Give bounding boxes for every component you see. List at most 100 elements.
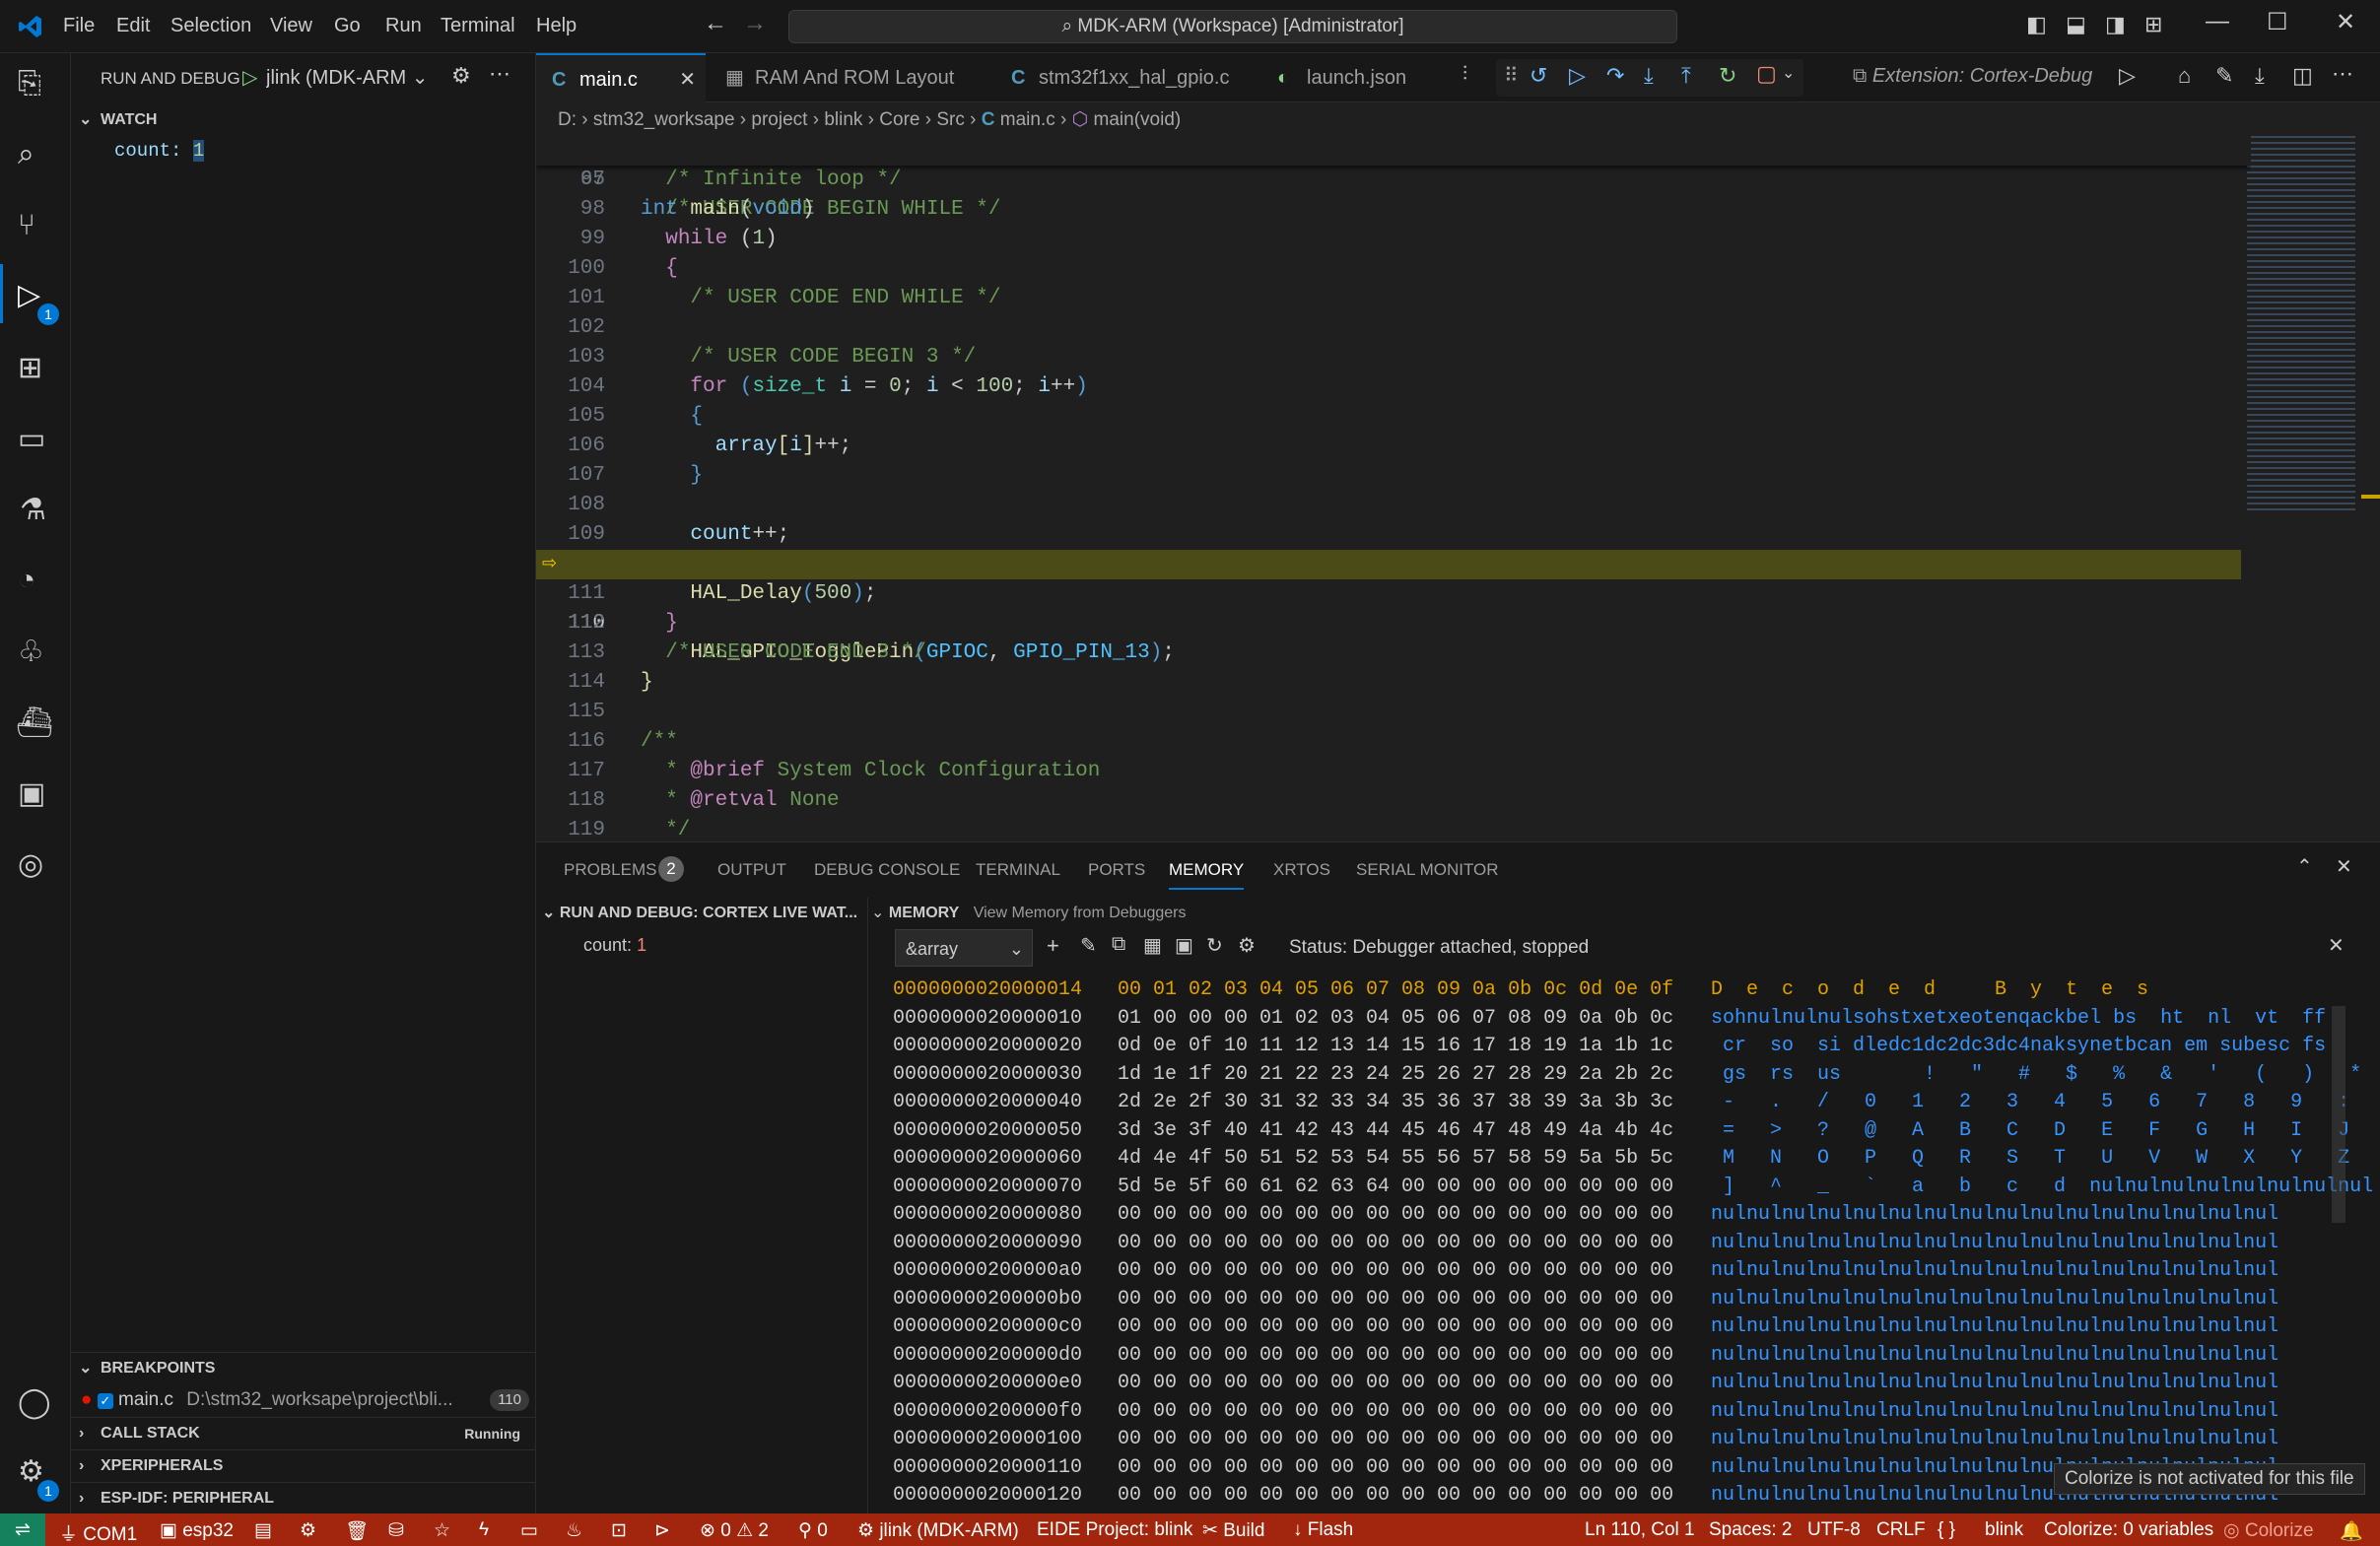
menu-edit[interactable]: Edit bbox=[116, 15, 150, 37]
add-icon[interactable]: + bbox=[1047, 933, 1059, 959]
memory-decoded-bytes[interactable]: - . / 0 1 2 3 4 5 6 7 8 9 : ; < bbox=[1711, 1089, 2380, 1117]
memory-decoded-bytes[interactable]: ] ^ _ ` a b c d nulnulnulnulnulnulnulnul bbox=[1711, 1174, 2373, 1202]
docker-icon[interactable]: ⛴ bbox=[16, 706, 53, 740]
flash-icon[interactable]: ϟ bbox=[479, 1519, 489, 1541]
testing-icon[interactable]: ⚗ bbox=[20, 493, 46, 527]
watch-item[interactable]: count: 1 bbox=[114, 140, 205, 162]
memory-hex-bytes[interactable]: 00 00 00 00 00 00 00 00 00 00 00 00 00 0… bbox=[1118, 1230, 1673, 1258]
breadcrumb-item[interactable]: main(void) bbox=[1094, 109, 1182, 130]
close-panel-icon[interactable]: ✕ bbox=[2336, 854, 2352, 879]
encoding[interactable]: UTF-8 bbox=[1807, 1519, 1861, 1541]
minimap[interactable] bbox=[2247, 136, 2355, 510]
memory-hex-bytes[interactable]: 00 00 00 00 00 00 00 00 00 00 00 00 00 0… bbox=[1118, 1342, 1673, 1371]
memory-hex-bytes[interactable]: 4d 4e 4f 50 51 52 53 54 55 56 57 58 59 5… bbox=[1118, 1145, 1673, 1174]
drag-handle-icon[interactable]: ⠿ bbox=[1504, 63, 1519, 88]
live-watch-item[interactable]: count: 1 bbox=[583, 935, 646, 956]
memory-decoded-bytes[interactable]: nulnulnulnulnulnulnulnulnulnulnulnulnuln… bbox=[1711, 1426, 2278, 1454]
breadcrumb-item[interactable]: Src bbox=[936, 109, 965, 130]
panel-tab-terminal[interactable]: TERMINAL bbox=[976, 860, 1060, 880]
language-mode[interactable]: { } bbox=[1938, 1519, 1955, 1541]
build-button[interactable]: ✂ Build bbox=[1202, 1519, 1264, 1542]
colorize-toggle[interactable]: ◎ Colorize bbox=[2223, 1519, 2314, 1542]
panel-tab-output[interactable]: OUTPUT bbox=[717, 860, 786, 880]
breakpoint-checkbox[interactable]: ✓ bbox=[97, 1393, 113, 1409]
panel-tab-ports[interactable]: PORTS bbox=[1088, 860, 1145, 880]
memory-decoded-bytes[interactable]: M N O P Q R S T U V W X Y Z [ \ bbox=[1711, 1145, 2380, 1174]
notifications-icon[interactable]: 🔔 bbox=[2340, 1519, 2363, 1543]
espressif-icon[interactable]: ◎ bbox=[18, 847, 43, 882]
customize-layout-icon[interactable]: ⊞ bbox=[2144, 12, 2162, 37]
indentation[interactable]: Spaces: 2 bbox=[1709, 1519, 1793, 1541]
code-editor[interactable]: 65 int main(void) 97 /* Infinite loop */… bbox=[536, 136, 2251, 841]
menu-file[interactable]: File bbox=[63, 15, 95, 37]
command-center[interactable]: ⌕ MDK-ARM (Workspace) [Administrator] bbox=[788, 10, 1677, 43]
memory-settings-gear-icon[interactable]: ⚙ bbox=[1238, 933, 1256, 958]
memory-hex-bytes[interactable]: 00 00 00 00 00 00 00 00 00 00 00 00 00 0… bbox=[1118, 1482, 1673, 1511]
restart-frame-icon[interactable]: ↺ bbox=[1530, 63, 1547, 89]
step-over-icon[interactable]: ↷ bbox=[1606, 63, 1624, 89]
memory-decoded-bytes[interactable]: nulnulnulnulnulnulnulnulnulnulnulnulnuln… bbox=[1711, 1370, 2278, 1398]
source-control-icon[interactable]: ⑂ bbox=[18, 209, 35, 242]
breadcrumb-item[interactable]: main.c bbox=[1000, 109, 1055, 130]
minimize-icon[interactable]: — bbox=[2206, 8, 2229, 35]
memory-hex-bytes[interactable]: 00 00 00 00 00 00 00 00 00 00 00 00 00 0… bbox=[1118, 1398, 1673, 1427]
panel-tab-xrtos[interactable]: XRTOS bbox=[1273, 860, 1330, 880]
memory-decoded-bytes[interactable]: sohnulnulnulsohstxetxeotenqackbel bs ht … bbox=[1711, 1005, 2326, 1034]
gear-icon[interactable]: ⚙ bbox=[300, 1519, 316, 1542]
tab-stm32f1xx-hal-gpio[interactable]: C stm32f1xx_hal_gpio.c bbox=[995, 53, 1261, 102]
sticky-scroll-line[interactable]: 65 int main(void) bbox=[536, 136, 2251, 221]
remote-explorer-icon[interactable]: ▭ bbox=[18, 422, 45, 456]
breadcrumb-item[interactable]: Core bbox=[879, 109, 919, 130]
ports-indicator[interactable]: ⚲ 0 bbox=[798, 1519, 828, 1542]
run-debug-icon[interactable]: ▷ bbox=[18, 278, 40, 312]
memory-decoded-bytes[interactable]: nulnulnulnulnulnulnulnulnulnulnulnulnuln… bbox=[1711, 1342, 2278, 1371]
maximize-panel-icon[interactable]: ⌃ bbox=[2296, 854, 2313, 879]
debug-settings-gear-icon[interactable]: ⚙ bbox=[451, 63, 471, 89]
serial-port[interactable]: ⏚ COM1 bbox=[59, 1519, 137, 1546]
nav-forward-icon[interactable]: → bbox=[743, 10, 767, 37]
memory-hex-bytes[interactable]: 1d 1e 1f 20 21 22 23 24 25 26 27 28 29 2… bbox=[1118, 1061, 1673, 1090]
memory-hex-bytes[interactable]: 2d 2e 2f 30 31 32 33 34 35 36 37 38 39 3… bbox=[1118, 1089, 1673, 1117]
panel-tab-memory[interactable]: MEMORY bbox=[1169, 860, 1245, 890]
memory-hex-bytes[interactable]: 00 00 00 00 00 00 00 00 00 00 00 00 00 0… bbox=[1118, 1426, 1673, 1454]
panel-tab-problems[interactable]: PROBLEMS bbox=[564, 860, 656, 880]
chip-icon[interactable]: ▣ bbox=[18, 776, 45, 811]
cursor-position[interactable]: Ln 110, Col 1 bbox=[1585, 1519, 1695, 1541]
menu-help[interactable]: Help bbox=[536, 15, 577, 37]
memory-decoded-bytes[interactable]: nulnulnulnulnulnulnulnulnulnulnulnulnuln… bbox=[1711, 1230, 2278, 1258]
memory-hex-bytes[interactable]: 00 00 00 00 00 00 00 00 00 00 00 00 00 0… bbox=[1118, 1454, 1673, 1483]
esp-idf-section-header[interactable]: › ESP-IDF: PERIPHERAL bbox=[71, 1482, 536, 1513]
git-graph-icon[interactable]: ◔ bbox=[18, 564, 35, 597]
breadcrumb-item[interactable]: blink bbox=[824, 109, 862, 130]
more-actions-icon[interactable]: ⋯ bbox=[2332, 61, 2353, 87]
memory-hex-bytes[interactable]: 00 00 00 00 00 00 00 00 00 00 00 00 00 0… bbox=[1118, 1313, 1673, 1342]
monitor-icon[interactable]: ▭ bbox=[520, 1519, 538, 1542]
start-debug-icon[interactable]: ▷ bbox=[242, 65, 257, 90]
explorer-icon[interactable]: ⎘ bbox=[18, 67, 41, 101]
download-icon[interactable]: ⤓ bbox=[2255, 63, 2265, 89]
memory-decoded-bytes[interactable]: = > ? @ A B C D E F G H I J K L bbox=[1711, 1117, 2380, 1146]
eide-project[interactable]: EIDE Project: blink bbox=[1037, 1519, 1192, 1541]
restart-icon[interactable]: ↻ bbox=[1719, 63, 1736, 89]
memory-hex-bytes[interactable]: 00 00 00 00 00 00 00 00 00 00 00 00 00 0… bbox=[1118, 1286, 1673, 1314]
account-icon[interactable]: ◯ bbox=[18, 1385, 51, 1420]
close-tab-icon[interactable]: ✕ bbox=[679, 55, 696, 104]
menu-go[interactable]: Go bbox=[334, 15, 361, 37]
esp-target[interactable]: ▣ esp32 bbox=[160, 1519, 234, 1542]
breakpoint-item[interactable]: ● ✓ main.c D:\stm32_worksape\project\bli… bbox=[81, 1385, 529, 1415]
tab-extension-cortex-debug[interactable]: ⧉ Extension: Cortex-Debug bbox=[1853, 65, 2092, 88]
more-actions-icon[interactable]: ⋯ bbox=[489, 61, 510, 87]
step-out-icon[interactable]: ⤒ bbox=[1681, 63, 1691, 89]
menu-run[interactable]: Run bbox=[385, 15, 422, 37]
extensions-icon[interactable]: ⊞ bbox=[18, 351, 42, 385]
memory-hex-bytes[interactable]: 00 00 00 00 00 00 00 00 00 00 00 00 00 0… bbox=[1118, 1201, 1673, 1230]
memory-hex-bytes[interactable]: 0d 0e 0f 10 11 12 13 14 15 16 17 18 19 1… bbox=[1118, 1033, 1673, 1061]
memory-decoded-bytes[interactable]: nulnulnulnulnulnulnulnulnulnulnulnulnuln… bbox=[1711, 1201, 2278, 1230]
memory-hex-bytes[interactable]: 01 00 00 00 01 02 03 04 05 06 07 08 09 0… bbox=[1118, 1005, 1673, 1034]
nav-back-icon[interactable]: ← bbox=[704, 10, 727, 37]
split-editor-icon[interactable]: ⫶ bbox=[1462, 63, 1467, 86]
menu-selection[interactable]: Selection bbox=[170, 15, 251, 37]
tree-icon[interactable]: ♧ bbox=[18, 635, 44, 669]
breadcrumb-item[interactable]: D: bbox=[558, 109, 577, 130]
memory-decoded-bytes[interactable]: nulnulnulnulnulnulnulnulnulnulnulnulnuln… bbox=[1711, 1313, 2278, 1342]
